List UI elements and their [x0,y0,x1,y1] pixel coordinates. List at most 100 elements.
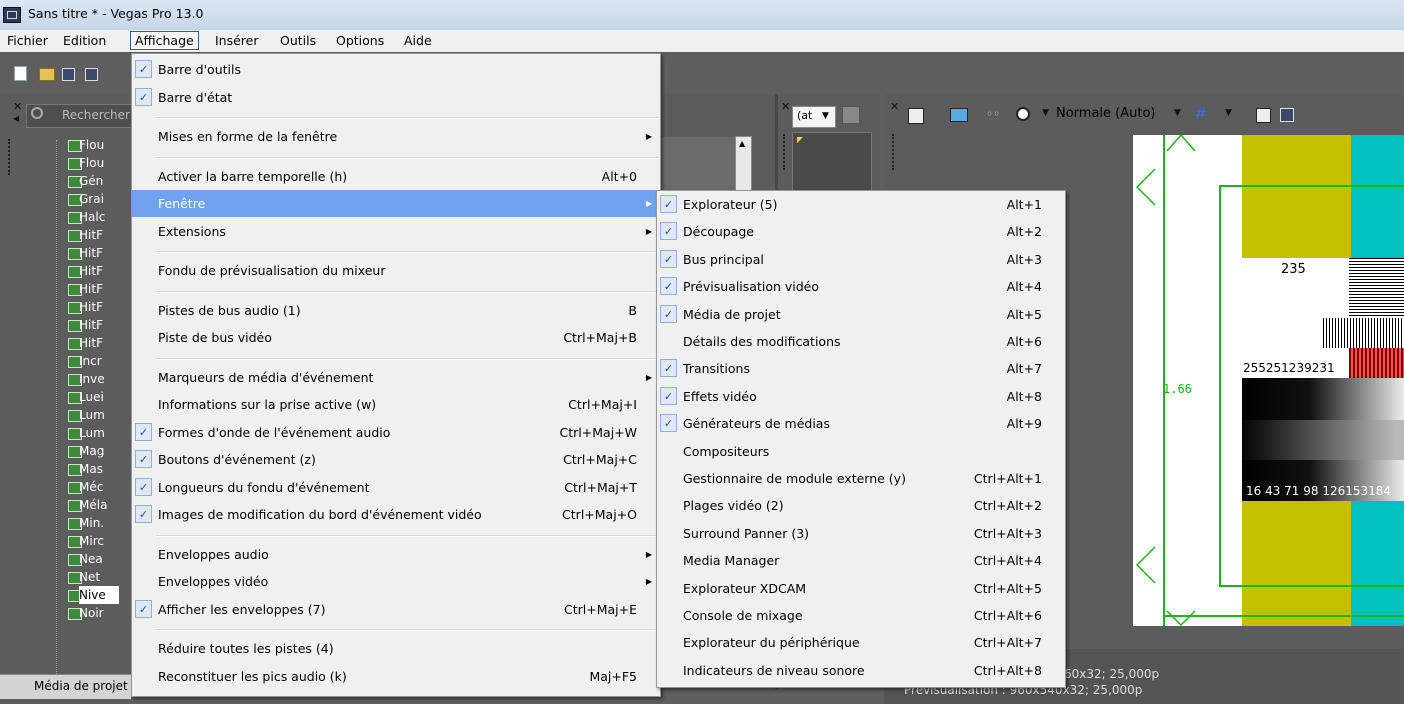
tree-item[interactable]: Net [79,568,119,586]
fenetre-item-compositeurs[interactable]: Compositeurs [657,438,1065,465]
preset-icon[interactable] [842,106,860,124]
tree-item[interactable]: HitF [79,262,119,280]
open-folder-icon[interactable] [39,68,55,81]
tab-media-de-projet[interactable]: Média de projet [34,679,128,693]
affichage-item-enveloppes-audio[interactable]: Enveloppes audio ▶ [132,541,660,568]
fenetre-item-bus-principal[interactable]: ✓ Bus principal Alt+3 [657,246,1065,273]
fenetre-item-media-de-projet[interactable]: ✓ Média de projet Alt+5 [657,301,1065,328]
fenetre-item-explorateur-5[interactable]: ✓ Explorateur (5) Alt+1 [657,191,1065,218]
tree-item[interactable]: Mag [79,442,119,460]
fenetre-item-media-manager[interactable]: Media Manager Ctrl+Alt+4 [657,547,1065,574]
affichage-item-boutons-d-evenement-z[interactable]: ✓ Boutons d'événement (z) Ctrl+Maj+C [132,446,660,473]
tree-item[interactable]: Mas [79,460,119,478]
tree-item[interactable]: Lum [79,406,119,424]
overlays-icon[interactable] [1016,107,1030,121]
affichage-item-images-de-modification-du-bord-d-evenement-video[interactable]: ✓ Images de modification du bord d'événem… [132,501,660,528]
tree-item[interactable]: Grai [79,190,119,208]
save-icon[interactable] [62,68,75,81]
tree-item[interactable]: Noir [79,604,119,622]
menu-affichage[interactable]: Affichage [130,31,199,50]
affichage-item-reduire-toutes-les-pistes-4[interactable]: Réduire toutes les pistes (4) [132,635,660,662]
fenetre-item-console-de-mixage[interactable]: Console de mixage Ctrl+Alt+6 [657,602,1065,629]
affichage-item-reconstituer-les-pics-audio-k[interactable]: Reconstituer les pics audio (k) Maj+F5 [132,663,660,690]
tree-item[interactable]: Incr [79,352,119,370]
affichage-item-barre-d-outils[interactable]: ✓ Barre d'outils [132,56,660,83]
fenetre-item-generateurs-de-medias[interactable]: ✓ Générateurs de médias Alt+9 [657,410,1065,437]
affichage-item-informations-sur-la-prise-active-w[interactable]: Informations sur la prise active (w) Ctrl… [132,391,660,418]
combo-box[interactable]: (at ▼ [792,106,836,128]
affichage-item-mises-en-forme-de-la-fenetre[interactable]: Mises en forme de la fenêtre ▶ [132,123,660,150]
tree-item[interactable]: Méla [79,496,119,514]
close-icon[interactable]: ✕ [13,100,22,113]
tree-item[interactable]: HitF [79,316,119,334]
fenetre-item-explorateur-du-peripherique[interactable]: Explorateur du périphérique Ctrl+Alt+7 [657,629,1065,656]
tree-item[interactable]: HitF [79,334,119,352]
collapse-arrow-icon[interactable]: ◀ [13,114,19,123]
affichage-item-activer-la-barre-temporelle-h[interactable]: Activer la barre temporelle (h) Alt+0 [132,163,660,190]
fenetre-item-previsualisation-video[interactable]: ✓ Prévisualisation vidéo Alt+4 [657,273,1065,300]
menu-aide[interactable]: Aide [400,32,436,49]
affichage-item-piste-de-bus-video[interactable]: Piste de bus vidéo Ctrl+Maj+B [132,324,660,351]
new-file-icon[interactable] [14,66,27,81]
affichage-item-extensions[interactable]: Extensions ▶ [132,218,660,245]
affichage-item-enveloppes-video[interactable]: Enveloppes vidéo ▶ [132,568,660,595]
tree-item[interactable]: Méc [79,478,119,496]
preview-quality[interactable]: Normale (Auto) [1056,106,1156,121]
affichage-item-formes-d-onde-de-l-evenement-audio[interactable]: ✓ Formes d'onde de l'événement audio Ctrl+… [132,419,660,446]
scroll-up-icon[interactable]: ▲ [739,139,745,148]
external-monitor-icon[interactable] [950,108,968,122]
tree-item[interactable]: Nive [79,586,119,604]
tree-item[interactable]: Flou [79,136,119,154]
tree-item[interactable]: Mirc [79,532,119,550]
menu-inserer[interactable]: Insérer [211,32,263,49]
menu-outils[interactable]: Outils [276,32,320,49]
copy-snapshot-icon[interactable] [1256,108,1271,123]
fenetre-item-indicateurs-de-niveau-sonore[interactable]: Indicateurs de niveau sonore Ctrl+Alt+8 [657,657,1065,684]
split-screen-icon[interactable]: ◦◦ [986,107,1000,121]
tree-item[interactable]: Nea [79,550,119,568]
save-as-icon[interactable] [85,68,98,81]
close-icon[interactable]: ✕ [890,100,899,113]
affichage-item-afficher-les-enveloppes-7[interactable]: ✓ Afficher les enveloppes (7) Ctrl+Maj+E [132,596,660,623]
fenetre-item-decoupage[interactable]: ✓ Découpage Alt+2 [657,218,1065,245]
affichage-item-barre-d-etat[interactable]: ✓ Barre d'état [132,84,660,111]
tree-item[interactable]: HitF [79,244,119,262]
menu-edition[interactable]: Edition [59,32,110,49]
fenetre-item-explorateur-xdcam[interactable]: Explorateur XDCAM Ctrl+Alt+5 [657,575,1065,602]
affichage-item-marqueurs-de-media-d-evenement[interactable]: Marqueurs de média d'événement ▶ [132,364,660,391]
fenetre-item-gestionnaire-de-module-externe-y[interactable]: Gestionnaire de module externe (y) Ctrl+A… [657,465,1065,492]
tree-item[interactable]: HitF [79,298,119,316]
save-snapshot-icon[interactable] [1280,108,1294,122]
fenetre-item-transitions[interactable]: ✓ Transitions Alt+7 [657,355,1065,382]
affichage-item-fenetre[interactable]: Fenêtre ▶ [132,190,660,217]
panel-grip[interactable] [892,134,898,170]
fenetre-item-details-des-modifications[interactable]: Détails des modifications Alt+6 [657,328,1065,355]
tree-item[interactable]: HitF [79,226,119,244]
fenetre-item-effets-video[interactable]: ✓ Effets vidéo Alt+8 [657,383,1065,410]
menu-fichier[interactable]: Fichier [3,32,52,49]
tree-item[interactable]: Min. [79,514,119,532]
chevron-down-icon[interactable]: ▼ [1042,108,1049,118]
tree-item[interactable]: Flou [79,154,119,172]
panel-grip[interactable] [8,139,14,175]
fenetre-item-plages-video-2[interactable]: Plages vidéo (2) Ctrl+Alt+2 [657,492,1065,519]
project-properties-icon[interactable] [908,108,924,124]
close-icon[interactable]: ✕ [781,100,790,113]
grid-icon[interactable]: # [1194,104,1207,123]
panel-grip[interactable] [783,134,789,170]
tree-item[interactable]: Inve [79,370,119,388]
shortcut-label: Ctrl+Alt+4 [973,553,1042,569]
menu-options[interactable]: Options [332,32,388,49]
tree-item[interactable]: Gén [79,172,119,190]
tree-item[interactable]: Luei [79,388,119,406]
tree-item[interactable]: Lum [79,424,119,442]
tree-item[interactable]: Halc [79,208,119,226]
search-box[interactable]: Rechercher [26,104,133,128]
chevron-down-icon[interactable]: ▼ [1225,108,1232,118]
chevron-down-icon[interactable]: ▼ [1174,108,1181,118]
tree-item[interactable]: HitF [79,280,119,298]
affichage-item-fondu-de-previsualisation-du-mixeur[interactable]: Fondu de prévisualisation du mixeur [132,257,660,284]
affichage-item-pistes-de-bus-audio-1[interactable]: Pistes de bus audio (1) B [132,297,660,324]
fenetre-item-surround-panner-3[interactable]: Surround Panner (3) Ctrl+Alt+3 [657,520,1065,547]
affichage-item-longueurs-du-fondu-d-evenement[interactable]: ✓ Longueurs du fondu d'événement Ctrl+Maj+… [132,474,660,501]
